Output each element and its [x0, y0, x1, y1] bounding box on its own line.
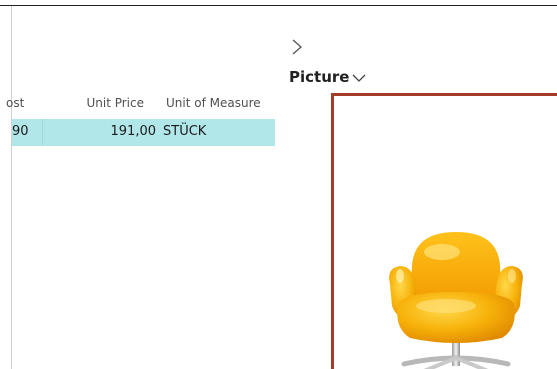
column-header-cost[interactable]: ost — [6, 96, 24, 110]
pane-divider — [11, 6, 12, 369]
cell-divider — [42, 119, 43, 146]
column-header-unit-of-measure[interactable]: Unit of Measure — [166, 96, 261, 110]
column-header-unit-price[interactable]: Unit Price — [70, 96, 144, 110]
cell-unit-of-measure[interactable]: STÜCK — [163, 124, 206, 139]
page: ost Unit Price Unit of Measure 90 191,00… — [0, 0, 557, 369]
picture-frame[interactable] — [331, 93, 557, 369]
chevron-down-icon[interactable] — [352, 73, 366, 83]
cell-unit-price[interactable]: 191,00 — [70, 124, 157, 139]
chair-image — [389, 232, 523, 369]
chevron-right-icon[interactable] — [290, 38, 304, 56]
cell-cost[interactable]: 90 — [12, 124, 29, 139]
top-border — [0, 0, 557, 6]
table-row[interactable]: 90 191,00 STÜCK — [12, 119, 275, 146]
factbox-picture-header[interactable]: Picture — [289, 68, 366, 86]
table-header: ost Unit Price Unit of Measure — [0, 94, 275, 114]
factbox-picture-title: Picture — [289, 68, 350, 86]
